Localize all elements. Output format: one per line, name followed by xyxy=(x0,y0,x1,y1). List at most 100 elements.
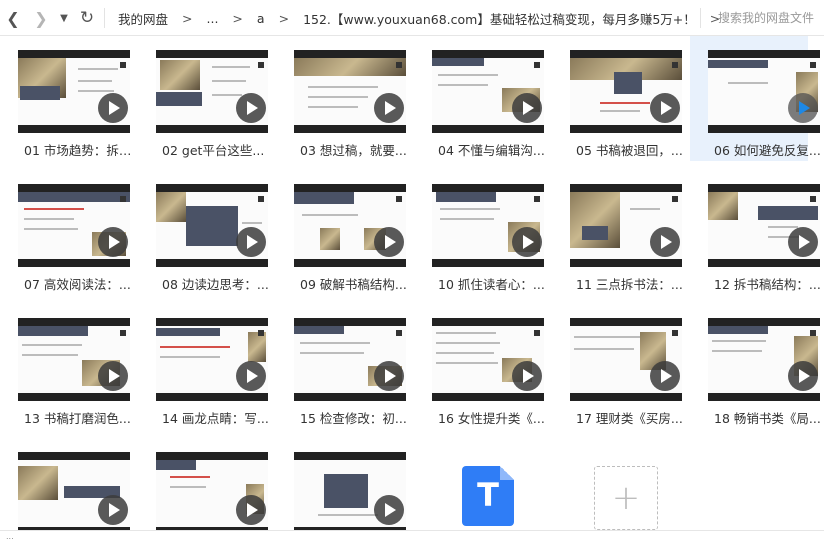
file-name-label: 16 女性提升类《... xyxy=(438,411,545,426)
play-icon[interactable] xyxy=(236,93,266,123)
video-file-tile[interactable]: 09 破解书稿结构... xyxy=(276,170,407,295)
slide-logo-mark xyxy=(120,330,126,336)
play-icon[interactable] xyxy=(374,495,404,525)
search-input[interactable] xyxy=(718,0,824,36)
play-icon[interactable] xyxy=(374,93,404,123)
video-file-tile[interactable] xyxy=(138,438,268,530)
file-name-label: 10 抓住读者心：... xyxy=(438,277,545,292)
slide-decoration xyxy=(242,222,262,224)
forward-button[interactable]: ❯ xyxy=(30,6,52,30)
video-file-tile[interactable]: 10 抓住读者心：... xyxy=(414,170,545,295)
slide-decoration xyxy=(18,466,58,500)
play-icon[interactable] xyxy=(650,93,680,123)
video-thumbnail xyxy=(18,318,130,401)
video-thumbnail xyxy=(570,50,682,133)
play-icon[interactable] xyxy=(512,227,542,257)
file-name-label: 08 边读边思考：... xyxy=(162,277,269,292)
video-file-tile[interactable]: 01 市场趋势：拆书稿... xyxy=(0,36,134,161)
slide-logo-mark xyxy=(534,196,540,202)
video-file-tile[interactable]: 13 书稿打磨润色... xyxy=(0,304,131,429)
breadcrumb-folder-a[interactable]: a xyxy=(257,11,265,26)
video-file-tile[interactable]: 02 get平台这些... xyxy=(138,36,268,161)
video-file-tile[interactable]: 07 高效阅读法：... xyxy=(0,170,131,295)
play-icon[interactable] xyxy=(374,361,404,391)
slide-logo-mark xyxy=(810,330,816,336)
new-document-icon[interactable]: T xyxy=(462,466,514,526)
file-name-label: 09 破解书稿结构... xyxy=(300,277,407,292)
play-icon[interactable] xyxy=(98,495,128,525)
slide-decoration xyxy=(600,110,640,112)
breadcrumb-root[interactable]: 我的网盘 xyxy=(118,9,168,28)
video-file-tile[interactable] xyxy=(276,438,406,530)
slide-logo-mark xyxy=(258,196,264,202)
slide-decoration xyxy=(440,208,500,210)
video-file-tile[interactable]: 16 女性提升类《... xyxy=(414,304,545,429)
slide-decoration xyxy=(18,192,130,202)
play-icon[interactable] xyxy=(236,361,266,391)
back-button[interactable]: ❮ xyxy=(2,6,24,30)
play-icon[interactable] xyxy=(788,93,818,123)
slide-decoration xyxy=(436,362,498,364)
video-thumbnail xyxy=(294,318,406,401)
video-file-tile[interactable]: 11 三点拆书法：... xyxy=(552,170,683,295)
play-icon[interactable] xyxy=(236,227,266,257)
slide-logo-mark xyxy=(534,62,540,68)
play-icon[interactable] xyxy=(236,495,266,525)
add-file-button[interactable]: + xyxy=(594,466,658,530)
play-icon[interactable] xyxy=(98,361,128,391)
play-icon[interactable] xyxy=(512,93,542,123)
status-text: ... xyxy=(6,532,14,541)
refresh-button[interactable]: ↻ xyxy=(76,6,98,30)
video-file-tile[interactable]: 15 检查修改：初... xyxy=(276,304,407,429)
video-file-tile[interactable]: 18 畅销书类《局... xyxy=(690,304,821,429)
slide-decoration xyxy=(156,192,186,222)
video-file-tile[interactable]: 12 拆书稿结构：... xyxy=(690,170,821,295)
slide-decoration xyxy=(160,356,220,358)
video-thumbnail xyxy=(156,452,268,530)
video-thumbnail xyxy=(294,50,406,133)
play-icon[interactable] xyxy=(98,93,128,123)
video-file-tile[interactable]: 17 理财类《买房... xyxy=(552,304,683,429)
breadcrumb-current[interactable]: 152.【www.youxuan68.com】基础轻松过稿变现，每月多赚5万+！ xyxy=(303,9,696,28)
video-thumbnail xyxy=(708,50,820,133)
slide-logo-mark xyxy=(810,196,816,202)
video-thumbnail xyxy=(570,184,682,267)
video-file-tile[interactable]: 06 如何避免反复... xyxy=(690,36,821,161)
video-file-tile[interactable] xyxy=(0,438,130,530)
file-name-label: 14 画龙点睛：写... xyxy=(162,411,269,426)
play-triangle xyxy=(523,101,534,115)
slide-decoration xyxy=(22,344,82,346)
slide-decoration xyxy=(582,226,608,240)
slide-decoration xyxy=(22,354,78,356)
video-file-tile[interactable]: 05 书稿被退回，... xyxy=(552,36,683,161)
file-grid: 01 市场趋势：拆书稿... 02 get平台这些... 03 想过稿，就要... 0… xyxy=(0,36,824,530)
slide-logo-mark xyxy=(672,62,678,68)
play-icon[interactable] xyxy=(788,227,818,257)
slide-decoration xyxy=(708,60,768,68)
slide-decoration xyxy=(438,84,488,86)
play-icon[interactable] xyxy=(788,361,818,391)
breadcrumb-ellipsis[interactable]: ... xyxy=(207,11,219,26)
slide-decoration xyxy=(248,332,266,362)
history-dropdown-button[interactable]: ▼ xyxy=(56,6,72,30)
slide-decoration xyxy=(302,214,358,216)
slide-decoration xyxy=(758,206,818,220)
slide-decoration xyxy=(728,82,768,84)
video-file-tile[interactable]: 08 边读边思考：... xyxy=(138,170,269,295)
video-file-tile[interactable]: 03 想过稿，就要... xyxy=(276,36,407,161)
slide-decoration xyxy=(156,460,196,470)
slide-logo-mark xyxy=(672,196,678,202)
slide-logo-mark xyxy=(258,62,264,68)
play-icon[interactable] xyxy=(650,361,680,391)
video-file-tile[interactable]: 04 不懂与编辑沟... xyxy=(414,36,545,161)
slide-decoration xyxy=(186,206,238,246)
play-icon[interactable] xyxy=(374,227,404,257)
video-thumbnail xyxy=(156,50,268,133)
play-icon[interactable] xyxy=(98,227,128,257)
video-file-tile[interactable]: 14 画龙点睛：写... xyxy=(138,304,269,429)
play-icon[interactable] xyxy=(650,227,680,257)
slide-decoration xyxy=(768,226,798,228)
play-icon[interactable] xyxy=(512,361,542,391)
video-thumbnail xyxy=(432,50,544,133)
chevron-right-icon: ❯ xyxy=(34,8,48,28)
